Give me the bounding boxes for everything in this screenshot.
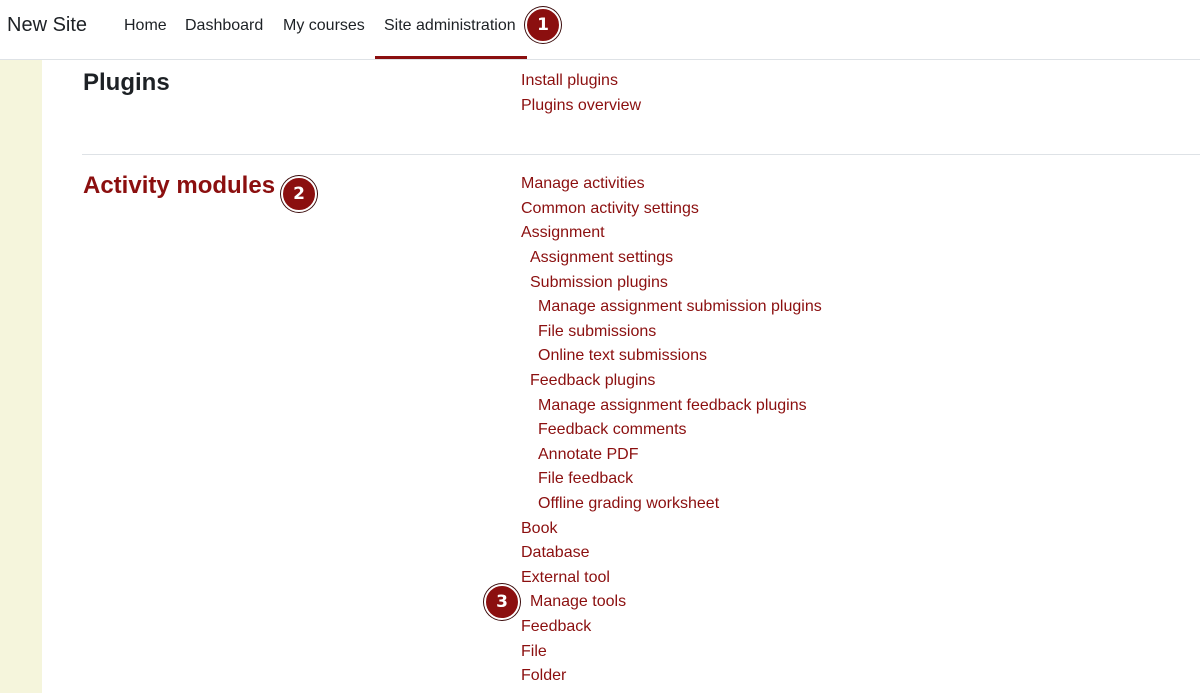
link-feedback-comments[interactable]: Feedback comments (538, 420, 687, 440)
section-divider (82, 154, 1200, 155)
nav-home[interactable]: Home (124, 16, 167, 36)
link-plugins-overview[interactable]: Plugins overview (521, 96, 641, 116)
link-assignment-settings[interactable]: Assignment settings (530, 248, 673, 268)
nav-dashboard[interactable]: Dashboard (185, 16, 263, 36)
link-manage-activities[interactable]: Manage activities (521, 174, 645, 194)
link-assignment[interactable]: Assignment (521, 223, 605, 243)
link-offline-grading-worksheet[interactable]: Offline grading worksheet (538, 494, 719, 514)
nav-site-administration[interactable]: Site administration (384, 16, 516, 36)
link-file-feedback[interactable]: File feedback (538, 469, 633, 489)
link-manage-assignment-submission-plugins[interactable]: Manage assignment submission plugins (538, 297, 822, 317)
top-navbar: New Site Home Dashboard My courses Site … (0, 0, 1200, 60)
link-book[interactable]: Book (521, 519, 557, 539)
section-title-plugins: Plugins (83, 69, 170, 96)
link-database[interactable]: Database (521, 543, 590, 563)
annotation-badge-2: 2 (281, 176, 317, 212)
link-install-plugins[interactable]: Install plugins (521, 71, 618, 91)
active-tab-indicator (375, 56, 527, 59)
link-external-tool[interactable]: External tool (521, 568, 610, 588)
link-file[interactable]: File (521, 642, 547, 662)
nav-my-courses[interactable]: My courses (283, 16, 365, 36)
link-annotate-pdf[interactable]: Annotate PDF (538, 445, 639, 465)
link-feedback[interactable]: Feedback (521, 617, 591, 637)
annotation-badge-3: 3 (484, 584, 520, 620)
link-online-text-submissions[interactable]: Online text submissions (538, 346, 707, 366)
link-manage-tools[interactable]: Manage tools (530, 592, 626, 612)
annotation-badge-1: 1 (525, 7, 561, 43)
link-folder[interactable]: Folder (521, 666, 566, 686)
site-brand[interactable]: New Site (7, 13, 87, 37)
link-manage-assignment-feedback-plugins[interactable]: Manage assignment feedback plugins (538, 396, 807, 416)
link-file-submissions[interactable]: File submissions (538, 322, 656, 342)
section-title-activity-modules[interactable]: Activity modules (83, 172, 275, 200)
left-drawer-strip (0, 60, 42, 693)
link-common-activity-settings[interactable]: Common activity settings (521, 199, 699, 219)
link-submission-plugins[interactable]: Submission plugins (530, 273, 668, 293)
link-feedback-plugins[interactable]: Feedback plugins (530, 371, 655, 391)
